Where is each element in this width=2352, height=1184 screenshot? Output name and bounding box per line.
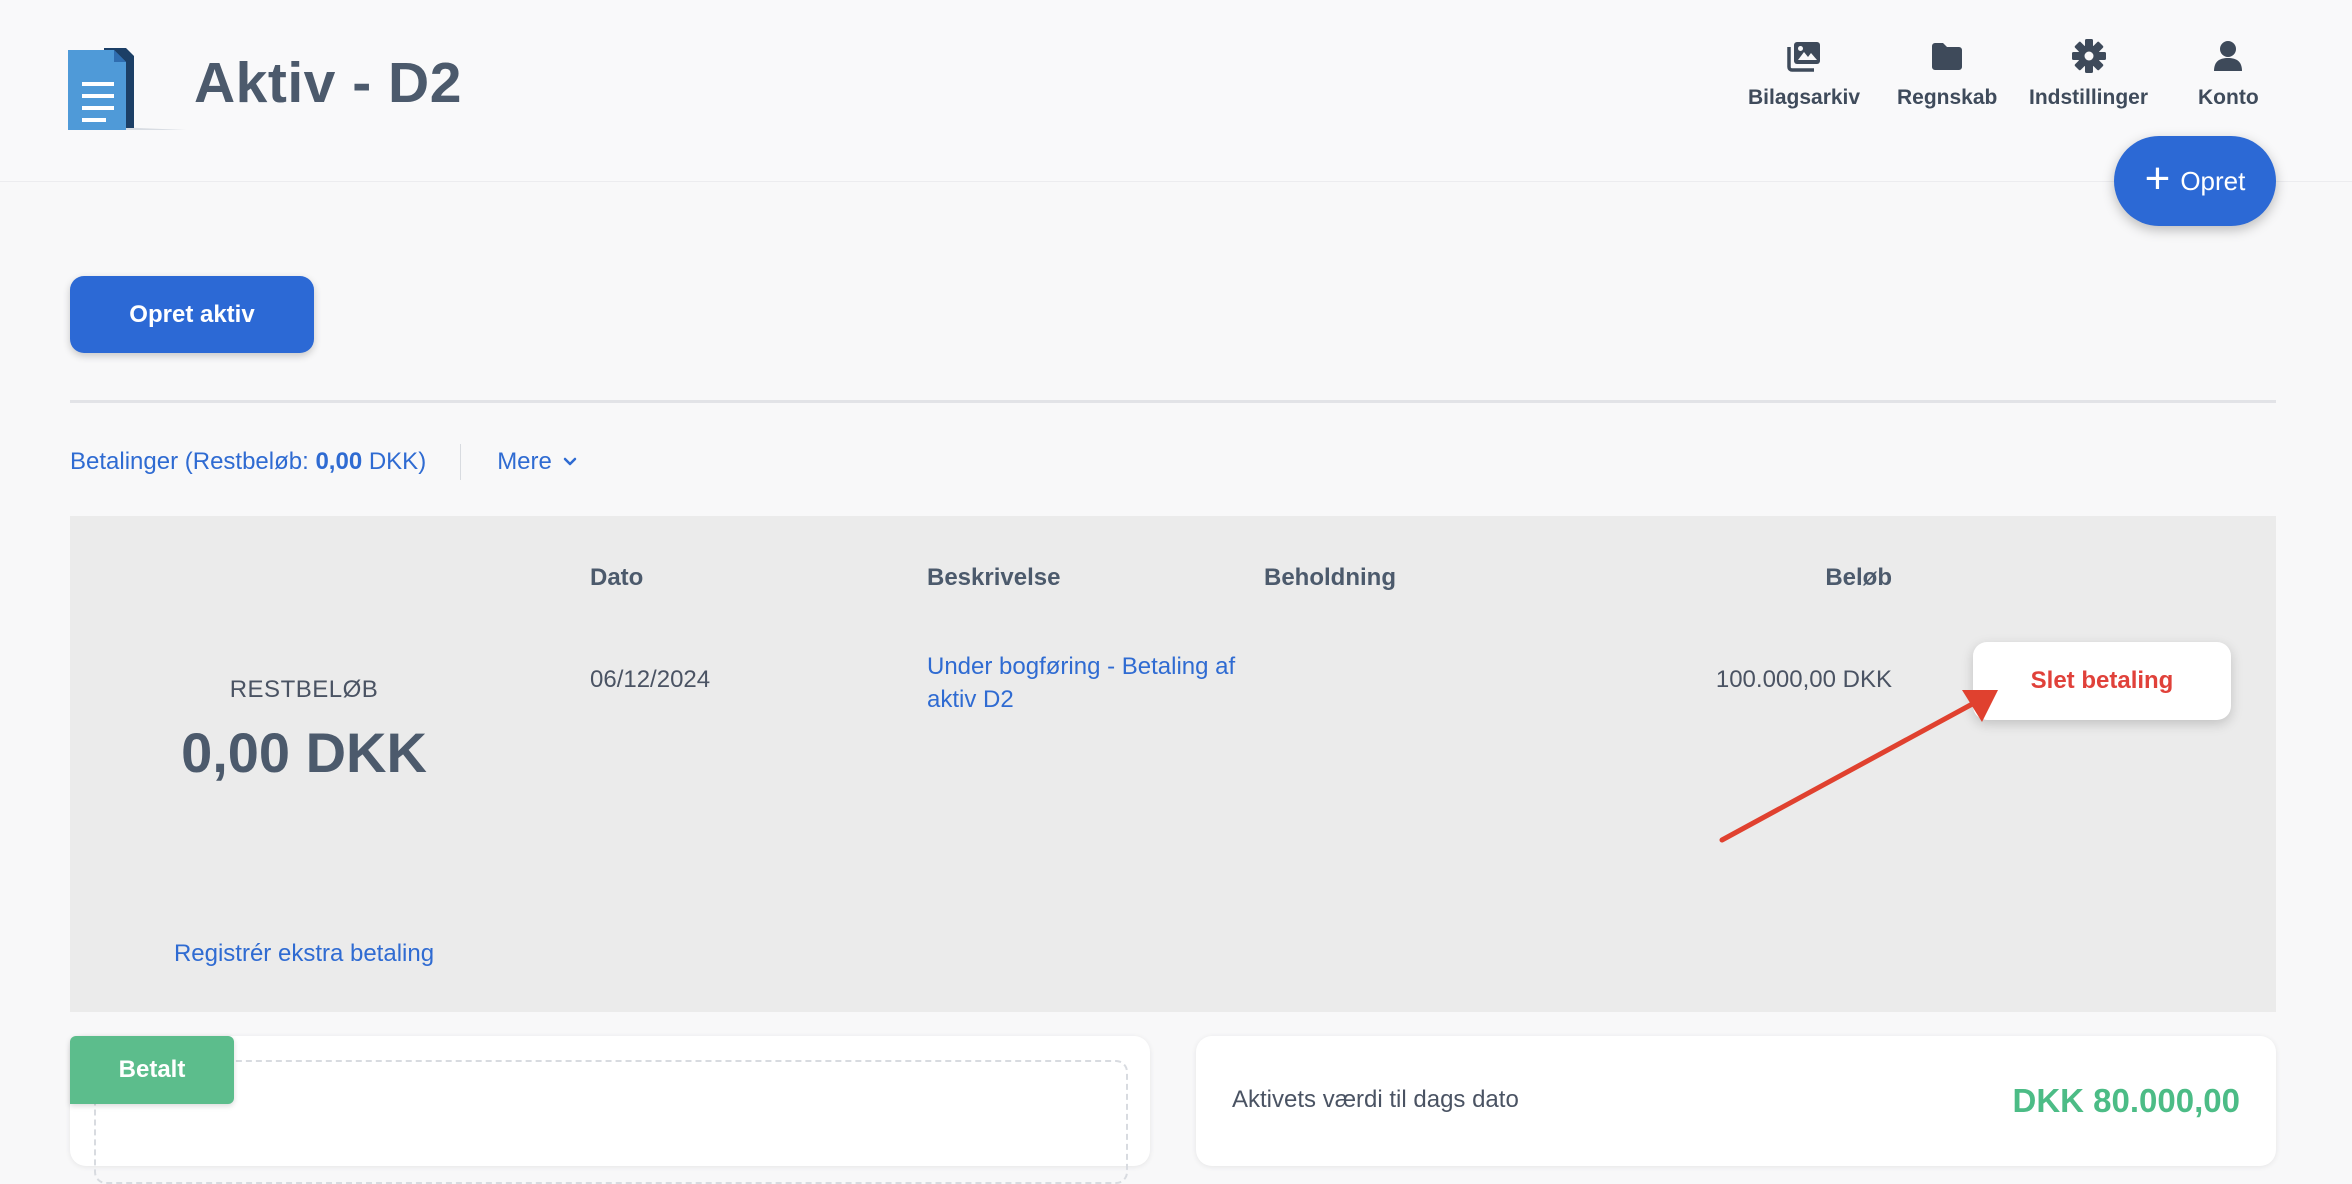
nav-regnskab[interactable]: Regnskab xyxy=(1897,38,1997,110)
asset-value-amount: DKK 80.000,00 xyxy=(2012,1082,2240,1119)
nav-bilagsarkiv[interactable]: Bilagsarkiv xyxy=(1748,38,1860,110)
nav-bilagsarkiv-label: Bilagsarkiv xyxy=(1748,86,1861,109)
tab-more-label: Mere xyxy=(497,448,552,475)
nav-indstillinger[interactable]: Indstillinger xyxy=(2029,38,2148,110)
tab-payments-amount: 0,00 xyxy=(315,448,363,475)
photo-album-icon xyxy=(1787,42,1821,72)
register-extra-payment-link[interactable]: Registrér ekstra betaling xyxy=(70,940,538,968)
plus-icon: + xyxy=(2144,154,2171,203)
page-title: Aktiv - D2 xyxy=(194,51,462,115)
nav-konto-label: Konto xyxy=(2198,86,2259,109)
payment-date: 06/12/2024 xyxy=(590,666,711,693)
column-header-description: Beskrivelse xyxy=(927,564,1061,591)
tab-payments-prefix: Betalinger (Restbeløb: xyxy=(70,448,316,475)
remaining-amount: 0,00 DKK xyxy=(181,721,427,784)
asset-value-card: Aktivets værdi til dags dato DKK 80.000,… xyxy=(1196,1036,2276,1166)
gear-icon xyxy=(2071,39,2106,73)
tab-bar: Betalinger (Restbeløb: 0,00 DKK) Mere xyxy=(70,444,578,480)
paid-status-badge: Betalt xyxy=(70,1036,234,1104)
folder-icon xyxy=(1932,43,1963,70)
user-icon xyxy=(2214,41,2243,71)
tab-payments[interactable]: Betalinger (Restbeløb: 0,00 DKK) xyxy=(70,448,426,476)
remaining-label: RESTBELØB xyxy=(229,676,379,703)
document-logo-icon xyxy=(68,48,186,130)
tab-more[interactable]: Mere xyxy=(497,448,578,476)
nav-regnskab-label: Regnskab xyxy=(1897,86,1998,109)
annotation-arrow xyxy=(1719,690,1998,843)
asset-value-label: Aktivets værdi til dags dato xyxy=(1232,1086,1519,1113)
column-header-amount: Beløb xyxy=(1825,564,1892,591)
create-fab-label: Opret xyxy=(2180,165,2246,196)
section-divider xyxy=(70,400,2276,403)
nav-konto[interactable]: Konto xyxy=(2198,38,2259,110)
create-asset-button[interactable]: Opret aktiv xyxy=(70,276,314,353)
tab-separator xyxy=(460,444,462,480)
app-header: Aktiv - D2 Bilagsarkiv Regnskab Indstill… xyxy=(0,0,2352,182)
tab-payments-suffix: DKK) xyxy=(362,448,427,475)
column-header-holding: Beholdning xyxy=(1264,564,1396,591)
payment-description-link[interactable]: Under bogføring - Betaling af aktiv D2 xyxy=(927,650,1237,716)
chevron-down-icon xyxy=(563,457,577,466)
create-fab-button[interactable]: + Opret xyxy=(2114,136,2276,226)
nav-indstillinger-label: Indstillinger xyxy=(2029,86,2149,109)
column-header-date: Dato xyxy=(590,564,644,591)
attachment-drop-zone[interactable] xyxy=(94,1060,1128,1184)
